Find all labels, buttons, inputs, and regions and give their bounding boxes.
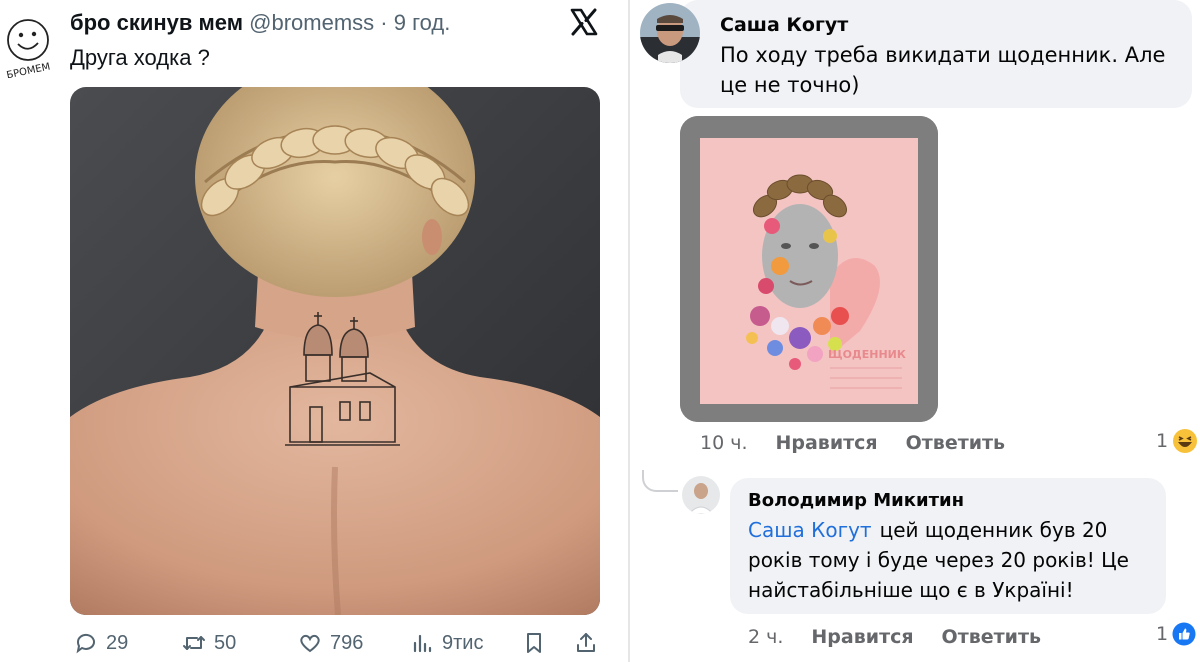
separator: · — [380, 10, 388, 35]
views-icon — [413, 634, 432, 653]
mention-link[interactable]: Саша Когут — [748, 518, 872, 542]
profile-avatar[interactable]: БРОМЕМ — [0, 8, 56, 78]
x-logo-icon — [570, 8, 598, 36]
repost-count: 50 — [214, 631, 237, 654]
tweet-photo[interactable] — [70, 87, 600, 615]
reply-count: 29 — [106, 631, 129, 654]
like-button[interactable]: 796 — [298, 628, 363, 658]
tweet-header: бро скинув мем @bromemss · 9 год. — [70, 10, 450, 36]
reply-link[interactable]: Ответить — [906, 432, 1005, 454]
comment-text: Саша Когут цей щоденник був 20 років тому… — [748, 515, 1148, 605]
repost-icon — [183, 636, 205, 650]
tweet-action-bar: 29 50 796 9тис — [70, 628, 610, 658]
comment-meta: 2 ч. Нравится Ответить — [748, 626, 1041, 648]
diary-sticker-image[interactable]: ЩОДЕННИК — [680, 116, 938, 422]
heart-icon — [300, 634, 320, 653]
reaction-summary[interactable]: 1 — [1156, 622, 1196, 646]
comment-time[interactable]: 2 ч. — [748, 626, 783, 648]
like-thumb-icon — [1172, 622, 1196, 646]
haha-emoji-icon — [1173, 429, 1198, 453]
bookmark-button[interactable] — [522, 628, 546, 658]
comment-bubble: Володимир Микитин Саша Когут цей щоденник… — [730, 478, 1166, 614]
avatar[interactable] — [640, 3, 700, 63]
reaction-count: 1 — [1156, 623, 1169, 645]
views-button[interactable]: 9тис — [410, 628, 483, 658]
comment-meta: 10 ч. Нравится Ответить — [700, 432, 1005, 454]
comment-thread: Саша Когут По ходу треба викидати щоденн… — [630, 0, 1200, 662]
reaction-summary[interactable]: 1 — [1156, 428, 1198, 454]
display-name[interactable]: бро скинув мем — [70, 10, 243, 35]
reaction-count: 1 — [1156, 430, 1169, 452]
like-count: 796 — [330, 631, 364, 654]
reply-thread-line — [642, 470, 678, 492]
share-button[interactable] — [574, 628, 598, 658]
timestamp[interactable]: 9 год. — [394, 10, 451, 35]
comment-text: По ходу треба викидати щоденник. Але це … — [720, 43, 1166, 97]
avatar[interactable] — [682, 476, 720, 514]
like-link[interactable]: Нравится — [811, 626, 913, 648]
bookmark-icon — [527, 633, 541, 653]
comment-time[interactable]: 10 ч. — [700, 432, 747, 454]
repost-button[interactable]: 50 — [182, 628, 236, 658]
view-count: 9тис — [442, 631, 484, 654]
reply-button[interactable]: 29 — [74, 628, 128, 658]
tweet-text: Друга ходка ? — [70, 45, 210, 70]
handle[interactable]: @bromemss — [249, 10, 374, 35]
reply-link[interactable]: Ответить — [942, 626, 1041, 648]
comment-bubble: Саша Когут По ходу треба викидати щоденн… — [680, 0, 1192, 108]
tweet-card: БРОМЕМ бро скинув мем @bromemss · 9 год.… — [0, 0, 628, 662]
like-link[interactable]: Нравится — [775, 432, 877, 454]
comment-author[interactable]: Саша Когут — [700, 14, 1172, 36]
diary-caption: ЩОДЕННИК — [828, 348, 906, 361]
share-icon — [577, 633, 595, 652]
reply-icon — [76, 633, 95, 654]
comment-author[interactable]: Володимир Микитин — [748, 490, 1148, 511]
avatar-text: БРОМЕМ — [6, 61, 52, 78]
